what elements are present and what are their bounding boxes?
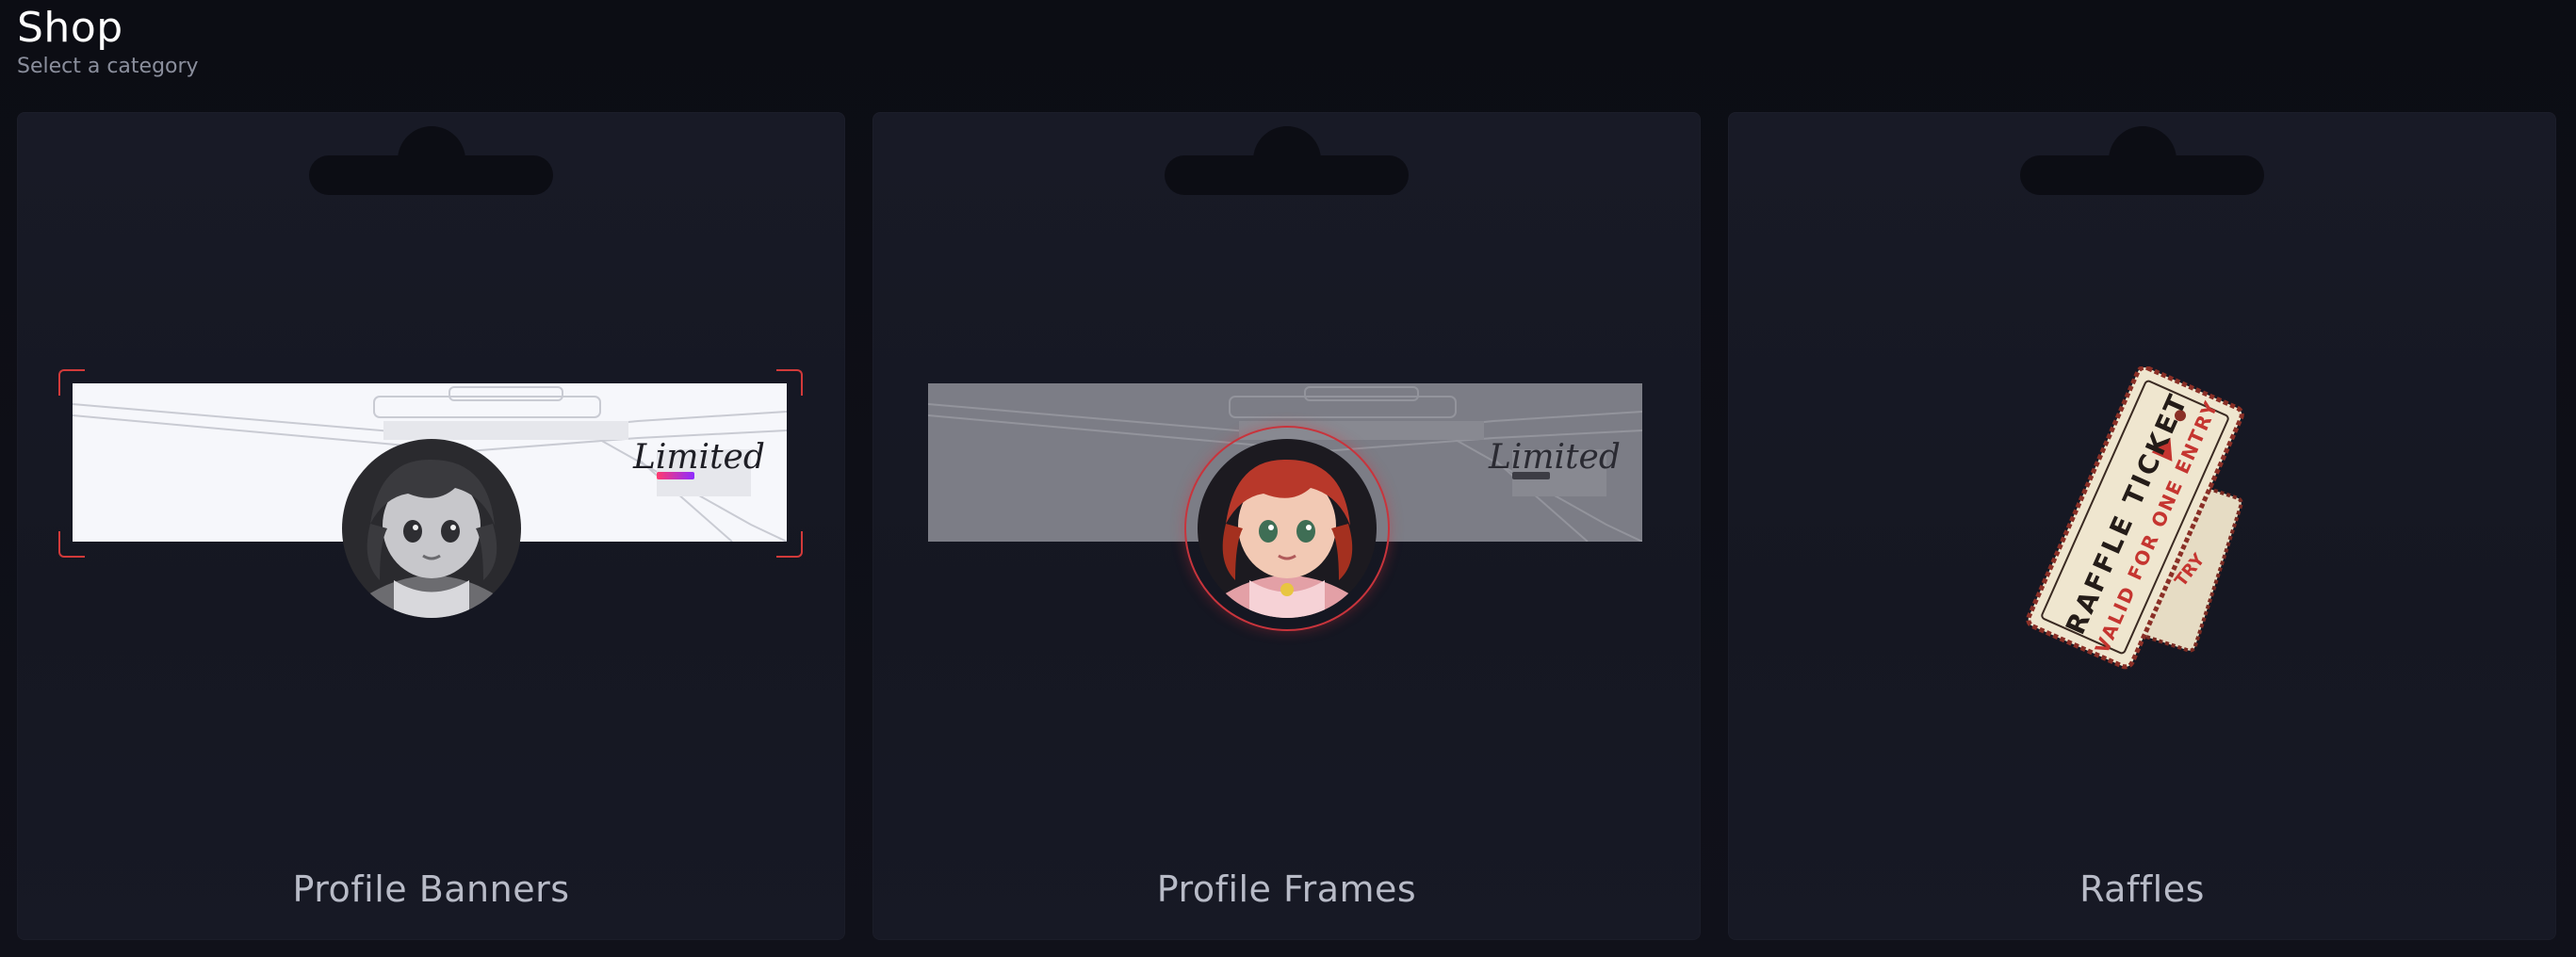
category-card-profile-banners[interactable]: Limited Profile Banners <box>17 112 845 940</box>
category-label: Raffles <box>2079 868 2205 910</box>
page-title: Shop <box>17 4 123 52</box>
category-card-raffles[interactable]: ET TRY RAFFLE TICKET VALID FOR ONE ENTRY… <box>1728 112 2556 940</box>
avatar-girl-grayscale-icon <box>342 439 521 618</box>
page-subtitle: Select a category <box>17 55 199 78</box>
hanger-slot <box>2020 155 2264 195</box>
banner-signature: Limited <box>1489 438 1621 477</box>
page-header: Shop Select a category <box>17 4 199 81</box>
category-grid: Limited Profile Banners Limited Profile … <box>17 112 2558 940</box>
category-label: Profile Banners <box>292 868 570 910</box>
category-card-profile-frames[interactable]: Limited Profile Frames <box>872 112 1701 940</box>
shop-page: Shop Select a category Limited Profile B… <box>0 0 2576 957</box>
banner-logo-strip <box>1512 472 1550 479</box>
avatar-girl-color-icon <box>1198 439 1377 618</box>
raffle-ticket-icon: ET TRY RAFFLE TICKET VALID FOR ONE ENTRY <box>1994 365 2295 687</box>
hanger-slot <box>309 155 553 195</box>
banner-signature: Limited <box>633 438 765 477</box>
hanger-slot <box>1165 155 1409 195</box>
category-label: Profile Frames <box>1156 868 1417 910</box>
banner-logo-strip <box>657 472 694 479</box>
